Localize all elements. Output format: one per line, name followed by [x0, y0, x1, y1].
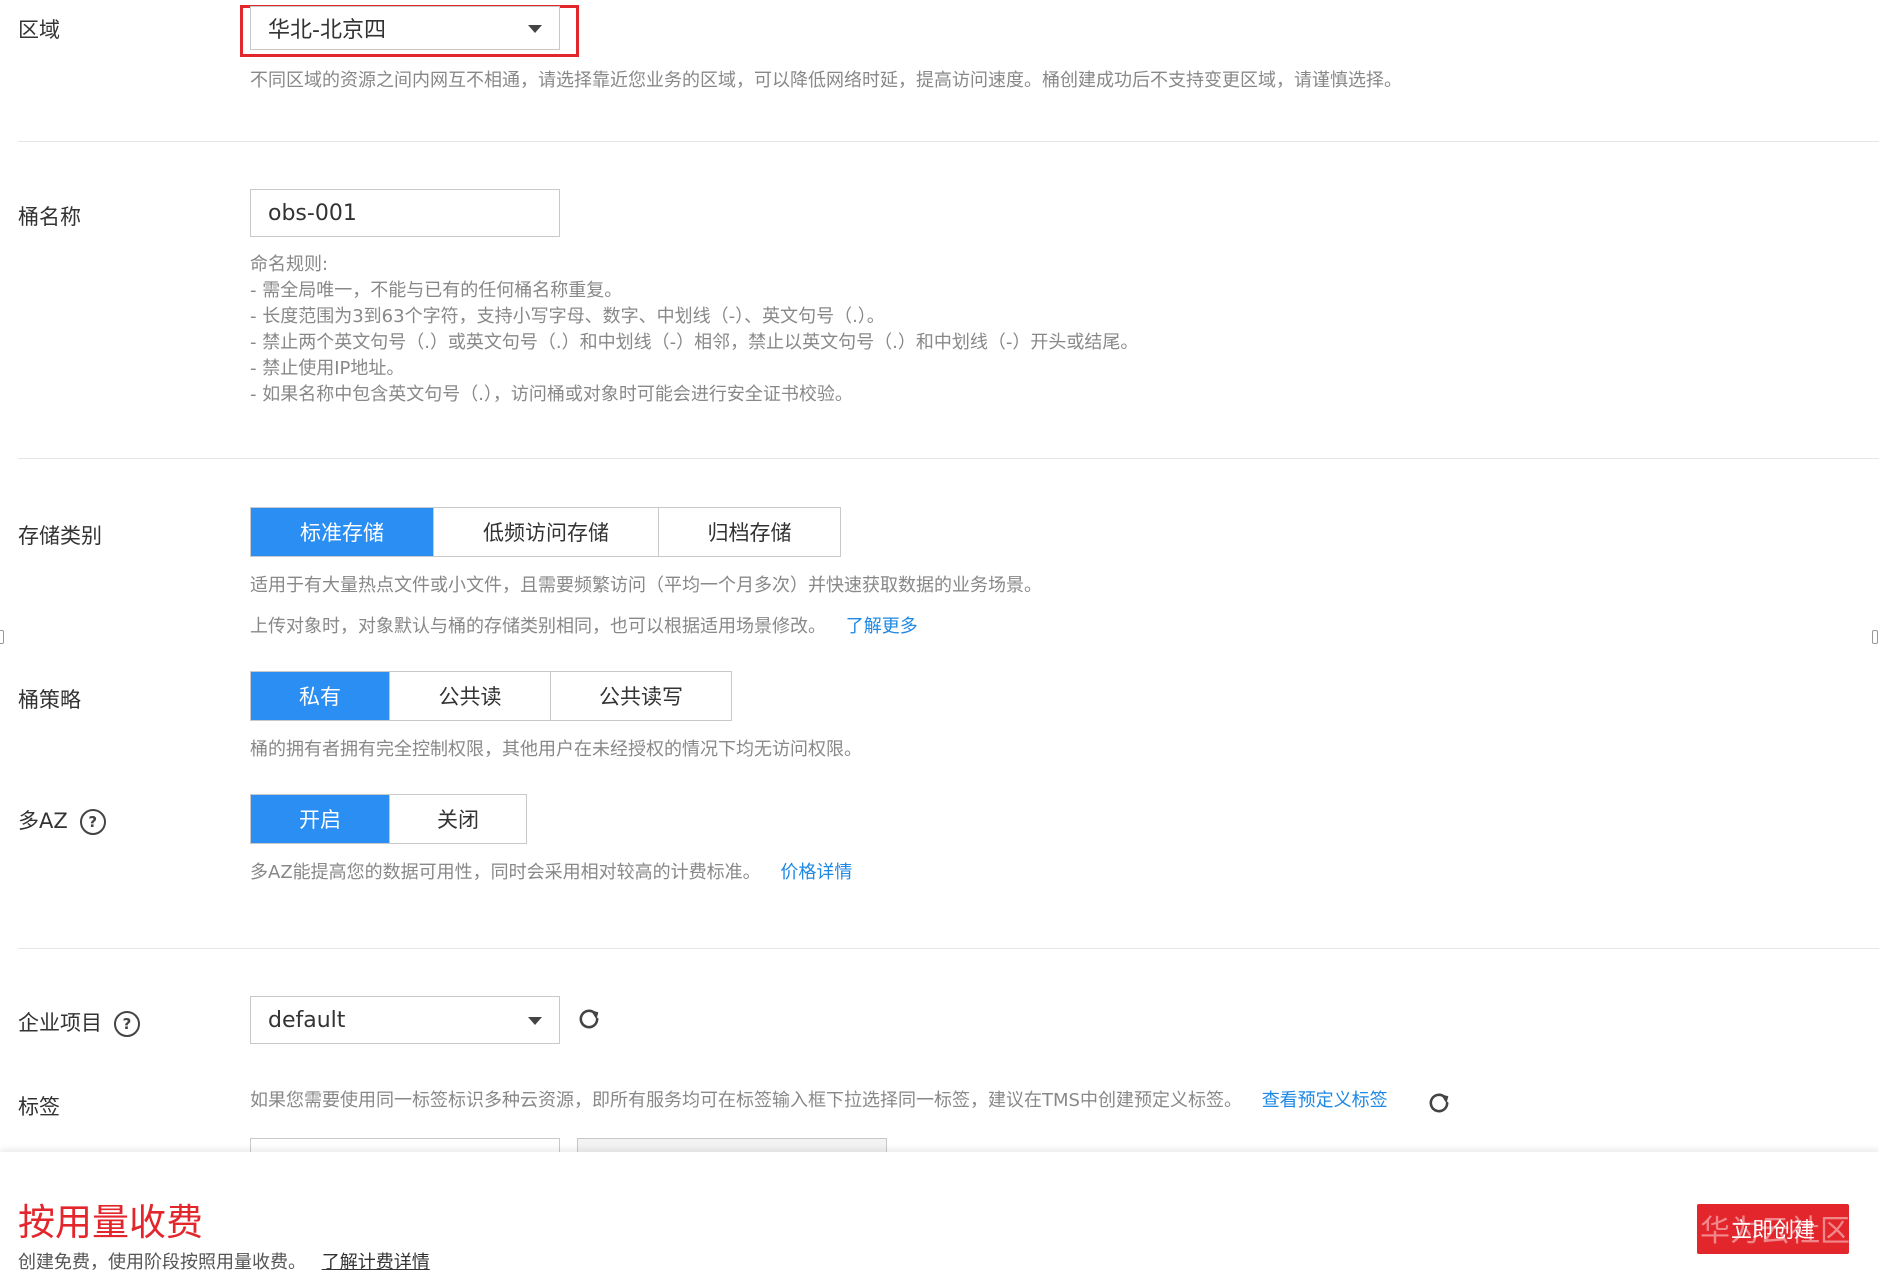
bucket-policy-help: 桶的拥有者拥有完全控制权限，其他用户在未经授权的情况下均无访问权限。	[250, 739, 862, 760]
bucket-policy-label: 桶策略	[18, 688, 81, 712]
divider	[18, 948, 1879, 949]
naming-rule: - 需全局唯一，不能与已有的任何桶名称重复。	[250, 280, 623, 301]
enterprise-project-label-row: 企业项目?	[18, 1007, 140, 1037]
tags-help: 如果您需要使用同一标签标识多种云资源，即所有服务均可在标签输入框下拉选择同一标签…	[250, 1090, 1242, 1111]
enterprise-project-value: default	[268, 1007, 346, 1033]
naming-rule: - 长度范围为3到63个字符，支持小写字母、数字、中划线（-）、英文句号（.）。	[250, 306, 885, 327]
naming-rule: - 禁止使用IP地址。	[250, 358, 405, 379]
region-select-value: 华北-北京四	[268, 18, 386, 43]
storage-class-label: 存储类别	[18, 524, 102, 548]
bucket-name-label: 桶名称	[18, 205, 81, 229]
enterprise-project-select[interactable]: default	[250, 996, 560, 1044]
multi-az-option-on[interactable]: 开启	[251, 795, 389, 843]
region-help: 不同区域的资源之间内网互不相通，请选择靠近您业务的区域，可以降低网络时延，提高访…	[250, 70, 1402, 91]
storage-class-help-2: 上传对象时，对象默认与桶的存储类别相同，也可以根据适用场景修改。 了解更多	[250, 614, 918, 640]
multi-az-label: 多AZ	[18, 809, 68, 833]
naming-rule: - 禁止两个英文句号（.）或英文句号（.）和中划线（-）相邻，禁止以英文句号（.…	[250, 332, 1139, 353]
fee-subtitle-row: 创建免费，使用阶段按照用量收费。 了解计费详情	[18, 1248, 430, 1274]
multi-az-selector[interactable]: 开启 关闭	[250, 794, 527, 844]
caret-down-icon	[528, 1017, 542, 1025]
storage-class-help: 适用于有大量热点文件或小文件，且需要频繁访问（平均一个月多次）并快速获取数据的业…	[250, 575, 1042, 596]
multi-az-help: 多AZ能提高您的数据可用性，同时会采用相对较高的计费标准。	[250, 862, 761, 883]
price-details-link[interactable]: 价格详情	[780, 862, 852, 883]
region-select[interactable]: 华北-北京四	[250, 6, 560, 50]
help-icon[interactable]: ?	[79, 809, 106, 835]
resize-handle	[0, 630, 4, 644]
fee-title: 按用量收费	[18, 1201, 203, 1244]
multi-az-help-row: 多AZ能提高您的数据可用性，同时会采用相对较高的计费标准。 价格详情	[250, 860, 852, 886]
bucket-policy-option-public-read[interactable]: 公共读	[389, 672, 550, 720]
bucket-name-value: obs-001	[268, 200, 357, 226]
bucket-policy-option-public-read-write[interactable]: 公共读写	[550, 672, 731, 720]
caret-down-icon	[528, 25, 542, 33]
learn-more-link[interactable]: 了解更多	[846, 616, 918, 637]
resize-handle	[1872, 630, 1878, 644]
refresh-icon[interactable]	[1425, 1089, 1453, 1117]
naming-rule: 命名规则:	[250, 254, 329, 275]
bucket-policy-option-private[interactable]: 私有	[251, 672, 389, 720]
tags-label: 标签	[18, 1095, 60, 1119]
footer-bar: 按用量收费 创建免费，使用阶段按照用量收费。 了解计费详情 立即创建 华为云社区	[0, 1152, 1879, 1276]
naming-rules: 命名规则: - 需全局唯一，不能与已有的任何桶名称重复。 - 长度范围为3到63…	[250, 252, 1138, 408]
fee-subtitle: 创建免费，使用阶段按照用量收费。	[18, 1252, 306, 1273]
divider	[18, 458, 1879, 459]
bucket-name-input[interactable]: obs-001	[250, 189, 560, 237]
bucket-policy-selector[interactable]: 私有 公共读 公共读写	[250, 671, 732, 721]
region-label: 区域	[18, 18, 60, 42]
multi-az-label-row: 多AZ?	[18, 805, 106, 835]
enterprise-project-label: 企业项目	[18, 1011, 102, 1035]
storage-class-option-standard[interactable]: 标准存储	[251, 508, 433, 556]
predefined-tags-link[interactable]: 查看预定义标签	[1262, 1090, 1388, 1111]
create-now-button[interactable]: 立即创建	[1697, 1204, 1849, 1254]
naming-rule: - 如果名称中包含英文句号（.），访问桶或对象时可能会进行安全证书校验。	[250, 384, 853, 405]
help-icon[interactable]: ?	[114, 1011, 140, 1037]
storage-class-help-text: 上传对象时，对象默认与桶的存储类别相同，也可以根据适用场景修改。	[250, 616, 826, 637]
storage-class-selector[interactable]: 标准存储 低频访问存储 归档存储	[250, 507, 841, 557]
billing-details-link[interactable]: 了解计费详情	[322, 1252, 430, 1273]
divider	[18, 141, 1879, 142]
storage-class-option-archive[interactable]: 归档存储	[658, 508, 840, 556]
tags-help-row: 如果您需要使用同一标签标识多种云资源，即所有服务均可在标签输入框下拉选择同一标签…	[250, 1088, 1388, 1114]
storage-class-option-infrequent[interactable]: 低频访问存储	[433, 508, 658, 556]
multi-az-option-off[interactable]: 关闭	[389, 795, 526, 843]
refresh-icon[interactable]	[575, 1005, 603, 1033]
